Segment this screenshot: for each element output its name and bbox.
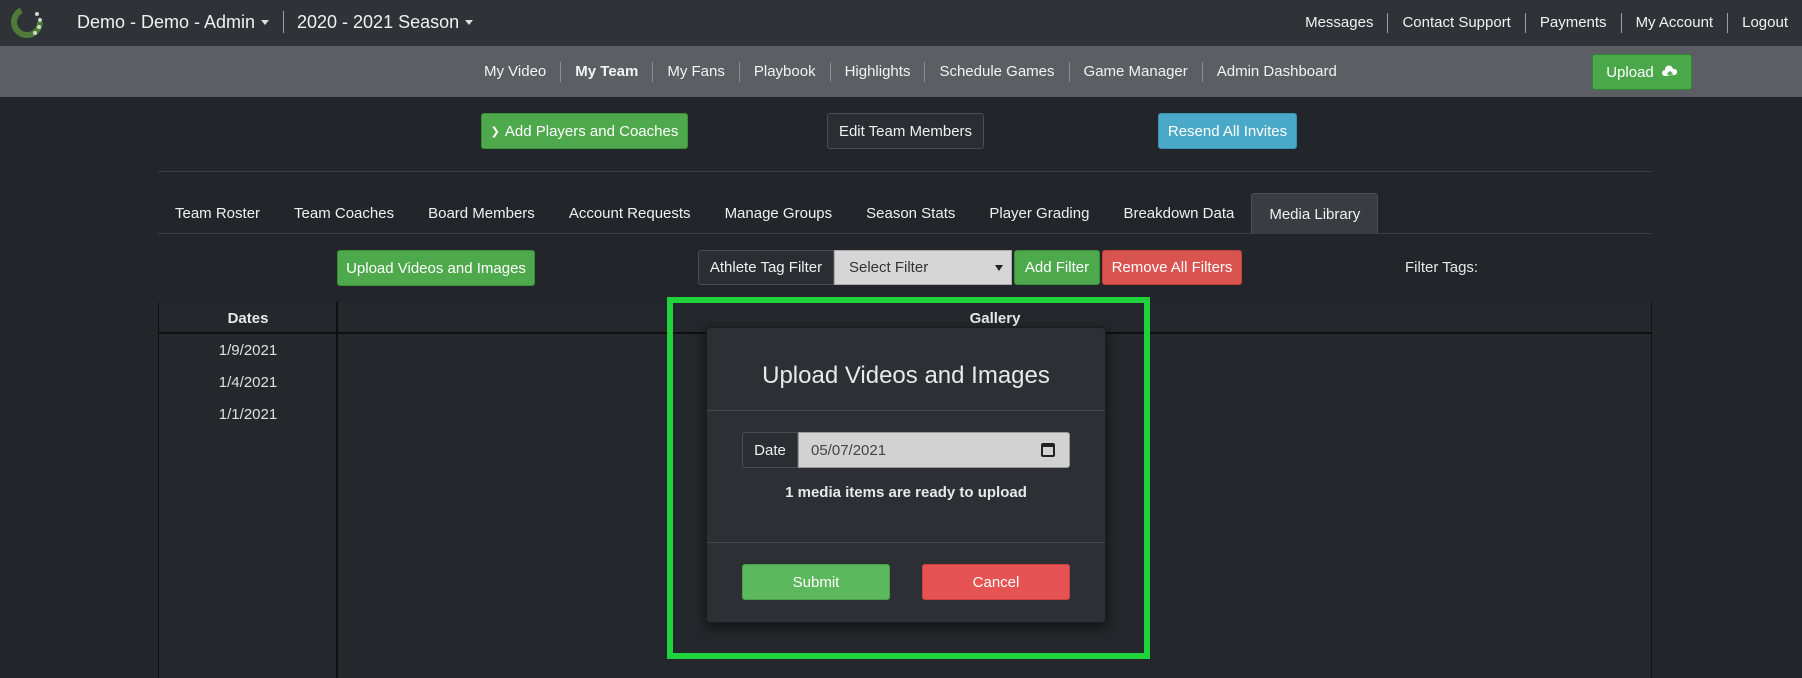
- divider: [707, 410, 1105, 411]
- date-row[interactable]: 1/1/2021: [159, 406, 337, 423]
- submit-label: Submit: [792, 573, 840, 591]
- add-players-label: Add Players and Coaches: [504, 122, 679, 140]
- date-input-value: 05/07/2021: [811, 441, 887, 459]
- nav-my-fans[interactable]: My Fans: [652, 61, 739, 82]
- tab-manage-groups[interactable]: Manage Groups: [708, 193, 850, 234]
- filter-select[interactable]: Select Filter: [834, 250, 1012, 285]
- tab-team-roster[interactable]: Team Roster: [158, 193, 277, 234]
- date-row[interactable]: 1/9/2021: [159, 342, 337, 359]
- tab-breakdown-data[interactable]: Breakdown Data: [1106, 193, 1251, 234]
- chevron-down-icon: ❯: [490, 125, 500, 138]
- nav-admin-dashboard[interactable]: Admin Dashboard: [1201, 61, 1351, 82]
- nav-my-video[interactable]: My Video: [470, 62, 560, 82]
- team-tabs: Team Roster Team Coaches Board Members A…: [158, 193, 1379, 234]
- edit-team-members-button[interactable]: Edit Team Members: [827, 113, 984, 149]
- top-nav: Messages Contact Support Payments My Acc…: [1291, 0, 1802, 46]
- edit-team-members-label: Edit Team Members: [838, 122, 973, 140]
- team-dropdown-label: Demo - Demo - Admin: [77, 12, 256, 32]
- tab-media-library[interactable]: Media Library: [1251, 193, 1379, 234]
- upload-button[interactable]: Upload: [1592, 54, 1692, 90]
- chevron-down-icon: [995, 265, 1003, 271]
- cancel-button[interactable]: Cancel: [922, 564, 1070, 600]
- modal-title: Upload Videos and Images: [762, 362, 1050, 389]
- divider: [707, 542, 1105, 543]
- main-nav: My Video My Team My Fans Playbook Highli…: [0, 46, 1802, 97]
- team-dropdown[interactable]: Demo - Demo - Admin: [77, 12, 270, 33]
- filter-tags-label: Filter Tags:: [1405, 259, 1479, 276]
- upload-videos-images-label: Upload Videos and Images: [346, 259, 526, 277]
- season-dropdown[interactable]: 2020 - 2021 Season: [297, 12, 474, 33]
- date-row[interactable]: 1/4/2021: [159, 374, 337, 391]
- calendar-icon[interactable]: [1041, 443, 1055, 457]
- remove-all-filters-button[interactable]: Remove All Filters: [1102, 250, 1242, 285]
- nav-schedule-games[interactable]: Schedule Games: [924, 61, 1068, 82]
- resend-invites-button[interactable]: Resend All Invites: [1158, 113, 1297, 149]
- nav-playbook[interactable]: Playbook: [738, 61, 830, 82]
- cloud-upload-icon: [1661, 65, 1677, 78]
- tab-team-coaches[interactable]: Team Coaches: [277, 193, 411, 234]
- nav-messages[interactable]: Messages: [1291, 13, 1387, 33]
- nav-my-account[interactable]: My Account: [1620, 13, 1728, 33]
- divider: [283, 11, 284, 33]
- add-filter-label: Add Filter: [1024, 259, 1090, 276]
- date-label: Date: [742, 432, 798, 468]
- nav-payments[interactable]: Payments: [1524, 13, 1621, 33]
- top-bar: Demo - Demo - Admin 2020 - 2021 Season M…: [0, 0, 1802, 46]
- upload-videos-images-button[interactable]: Upload Videos and Images: [337, 250, 535, 286]
- submit-button[interactable]: Submit: [742, 564, 890, 600]
- filter-select-value: Select Filter: [849, 259, 929, 276]
- tab-board-members[interactable]: Board Members: [411, 193, 552, 234]
- nav-highlights[interactable]: Highlights: [829, 61, 925, 82]
- nav-contact-support[interactable]: Contact Support: [1387, 13, 1524, 33]
- resend-invites-label: Resend All Invites: [1167, 122, 1288, 140]
- chevron-down-icon: [465, 20, 474, 25]
- upload-button-label: Upload: [1606, 63, 1654, 81]
- nav-logout[interactable]: Logout: [1727, 13, 1802, 33]
- add-players-button[interactable]: ❯ Add Players and Coaches: [481, 113, 688, 149]
- upload-modal: Upload Videos and Images Date 05/07/2021…: [706, 327, 1106, 623]
- add-filter-button[interactable]: Add Filter: [1014, 250, 1100, 285]
- ready-status-text: 1 media items are ready to upload: [785, 484, 1027, 501]
- cancel-label: Cancel: [972, 573, 1020, 591]
- chevron-down-icon: [261, 20, 270, 25]
- app-logo-icon[interactable]: [10, 5, 44, 39]
- nav-game-manager[interactable]: Game Manager: [1068, 61, 1202, 82]
- dates-header: Dates: [227, 310, 269, 327]
- athlete-tag-filter-label: Athlete Tag Filter: [698, 250, 834, 285]
- season-dropdown-label: 2020 - 2021 Season: [297, 12, 460, 32]
- nav-my-team[interactable]: My Team: [560, 61, 652, 82]
- remove-all-filters-label: Remove All Filters: [1111, 259, 1233, 276]
- date-input[interactable]: 05/07/2021: [798, 432, 1070, 468]
- tab-account-requests[interactable]: Account Requests: [552, 193, 708, 234]
- tab-season-stats[interactable]: Season Stats: [849, 193, 972, 234]
- divider: [158, 171, 1652, 172]
- tabs-underline: [158, 233, 1652, 234]
- tab-player-grading[interactable]: Player Grading: [972, 193, 1106, 234]
